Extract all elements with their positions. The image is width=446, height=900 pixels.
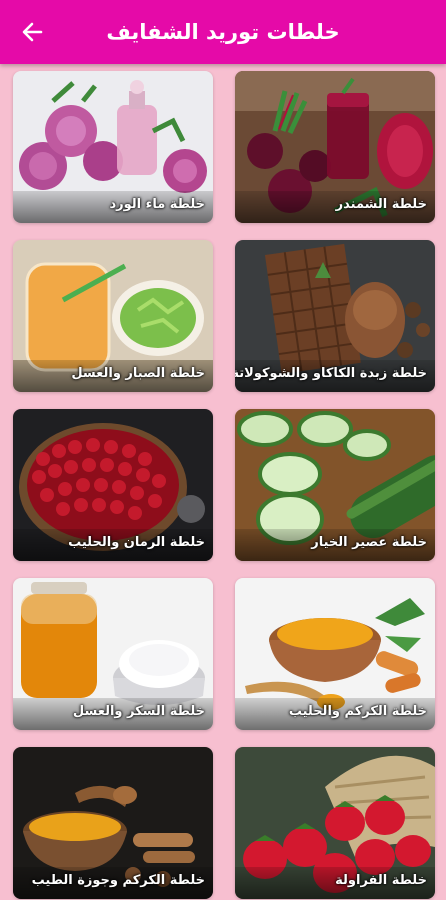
arrow-left-icon [22,22,43,42]
recipe-card-turmeric-milk[interactable]: خلطة الكركم والحليب [235,578,435,730]
recipe-card-turmeric-nutmeg[interactable]: خلطة الكركم وجوزة الطيب [13,747,213,899]
card-label: خلطة عصير الخيار [235,529,435,561]
recipe-card-aloe-honey[interactable]: خلطة الصبار والعسل [13,240,213,392]
card-label: خلطة الصبار والعسل [13,360,213,392]
recipe-card-cucumber[interactable]: خلطة عصير الخيار [235,409,435,561]
card-label: خلطة الرمان والحليب [13,529,213,561]
card-label: خلطة الفراولة [235,867,435,899]
card-label: خلطة الكركم وجوزة الطيب [13,867,213,899]
recipes-grid: خلطة الشمندر خلطة ماء الورد خلطة زبدة ال… [0,64,446,900]
recipe-card-sugar-honey[interactable]: خلطة السكر والعسل [13,578,213,730]
card-label: خلطة الكركم والحليب [235,698,435,730]
recipe-card-strawberry[interactable]: خلطة الفراولة [235,747,435,899]
card-label: خلطة زبدة الكاكاو والشوكولاتة [235,360,435,392]
recipe-card-pomegranate[interactable]: خلطة الرمان والحليب [13,409,213,561]
page-title: خلطات توريد الشفايف [106,20,340,44]
recipe-card-beetroot[interactable]: خلطة الشمندر [235,71,435,223]
recipe-card-rose-water[interactable]: خلطة ماء الورد [13,71,213,223]
recipe-card-cocoa-chocolate[interactable]: خلطة زبدة الكاكاو والشوكولاتة [235,240,435,392]
app-bar: خلطات توريد الشفايف [0,0,446,64]
back-button[interactable] [16,16,48,48]
card-label: خلطة السكر والعسل [13,698,213,730]
card-label: خلطة الشمندر [235,191,435,223]
card-label: خلطة ماء الورد [13,191,213,223]
